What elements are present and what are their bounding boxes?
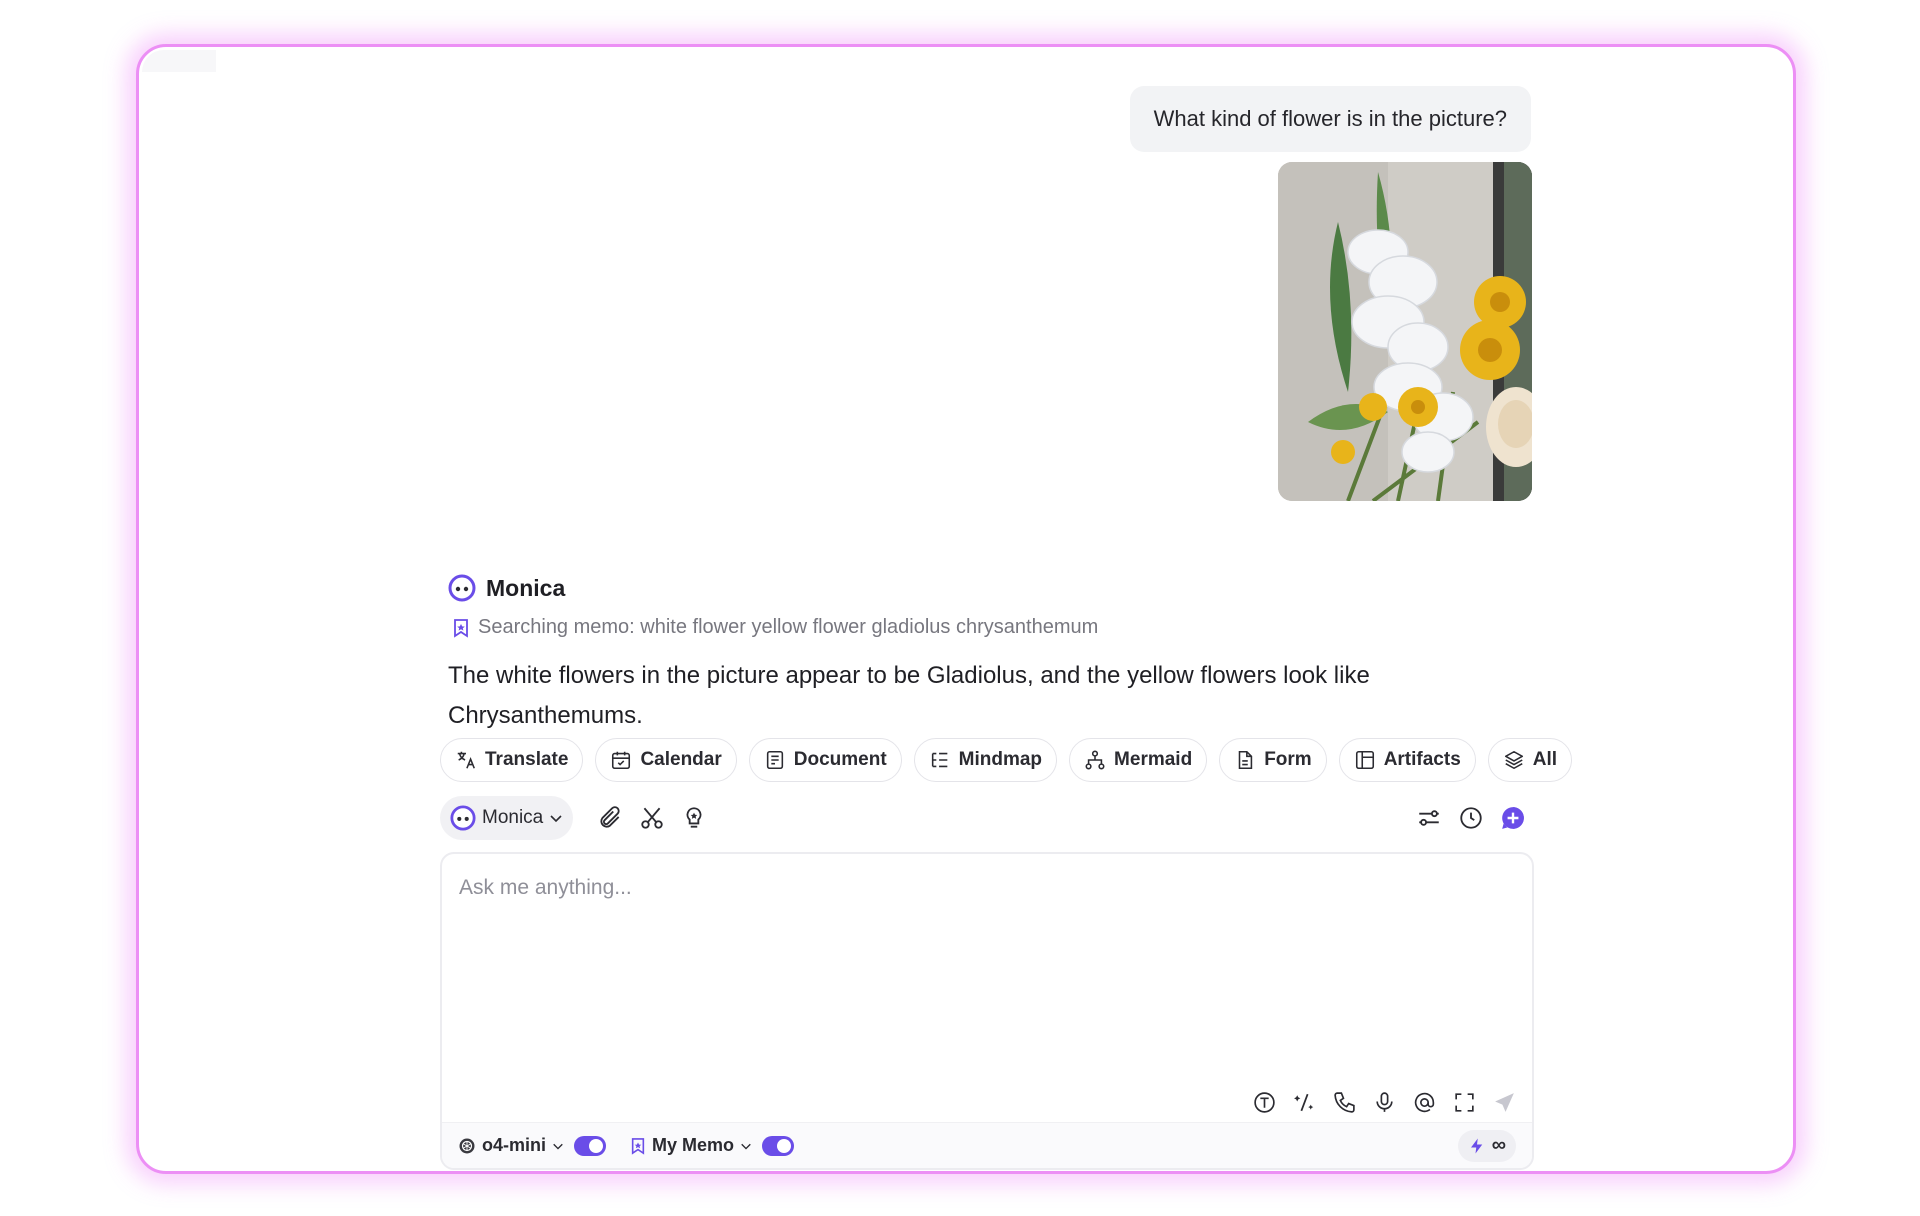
tool-chip-label: Translate (485, 749, 569, 770)
calendar-icon (612, 751, 631, 770)
attach-button[interactable] (589, 797, 631, 839)
tool-chip-mermaid[interactable]: Mermaid (1069, 738, 1208, 782)
send-icon (1494, 1092, 1514, 1112)
tool-chip-form[interactable]: Form (1219, 738, 1327, 782)
expand-icon (1454, 1092, 1474, 1112)
user-message-text: What kind of flower is in the picture? (1153, 106, 1507, 131)
message-input[interactable]: Ask me anything... (459, 876, 632, 900)
mermaid-icon (1085, 750, 1105, 770)
paperclip-icon (600, 806, 620, 828)
tool-chip-label: Artifacts (1383, 749, 1461, 770)
user-attached-image[interactable] (1278, 162, 1532, 501)
memo-bookmark-icon (631, 1137, 645, 1155)
scissors-icon (641, 807, 663, 829)
translate-icon (457, 751, 475, 769)
chevron-down-icon (553, 1143, 563, 1150)
memo-search-status: Searching memo: white flower yellow flow… (452, 616, 1098, 639)
phone-icon (1333, 1091, 1355, 1113)
lightning-icon (1470, 1138, 1482, 1153)
memo-selector[interactable]: My Memo (630, 1135, 752, 1156)
new-chat-icon (1502, 807, 1524, 829)
corner-highlight (142, 50, 216, 72)
text-circle-icon (1253, 1091, 1275, 1113)
tool-chip-document[interactable]: Document (748, 738, 902, 782)
microphone-button[interactable] (1368, 1086, 1400, 1118)
bot-selector[interactable]: Monica (440, 796, 574, 840)
user-message-bubble: What kind of flower is in the picture? (1129, 86, 1531, 152)
monica-avatar-icon (450, 805, 476, 831)
model-selector[interactable]: o4-mini (458, 1135, 564, 1156)
composer-toolbar: Monica (440, 796, 1534, 840)
new-chat-button[interactable] (1492, 797, 1534, 839)
screenshot-button[interactable] (631, 797, 673, 839)
tool-chip-translate[interactable]: Translate (440, 738, 584, 782)
document-icon (766, 750, 783, 770)
credits-badge[interactable]: ∞ (1457, 1129, 1516, 1162)
voice-call-button[interactable] (1328, 1086, 1360, 1118)
assistant-name: Monica (486, 574, 566, 601)
expand-button[interactable] (1448, 1086, 1480, 1118)
composer-footer: o4-mini My Memo ∞ (442, 1122, 1532, 1168)
memo-bookmark-icon (454, 618, 468, 638)
composer-actions (1248, 1086, 1520, 1118)
layers-icon (1504, 750, 1523, 770)
mindmap-icon (931, 752, 947, 768)
tool-chip-label: Calendar (640, 749, 722, 770)
tool-chip-label: Document (793, 749, 887, 770)
tool-chips: Translate Calendar Document Mindmap Merm… (440, 738, 1573, 782)
memo-label: My Memo (652, 1135, 735, 1155)
assistant-header: Monica (448, 574, 565, 602)
magic-slash-icon (1293, 1093, 1313, 1111)
artifacts-icon (1355, 750, 1374, 770)
tool-chip-label: Mermaid (1114, 749, 1193, 770)
memo-toggle[interactable] (762, 1135, 795, 1156)
chevron-down-icon (741, 1143, 751, 1150)
bot-selector-label: Monica (482, 807, 544, 828)
tool-chip-label: Mindmap (958, 749, 1043, 770)
openai-icon (459, 1138, 475, 1153)
memo-button[interactable] (673, 797, 715, 839)
text-tool-button[interactable] (1248, 1086, 1280, 1118)
send-button[interactable] (1488, 1086, 1520, 1118)
lightbulb-icon (686, 807, 702, 828)
assistant-answer: The white flowers in the picture appear … (448, 662, 1370, 729)
mention-button[interactable] (1408, 1086, 1440, 1118)
tool-chip-label: All (1532, 749, 1558, 770)
model-toggle[interactable] (574, 1135, 607, 1156)
sliders-icon (1419, 810, 1439, 826)
memo-search-text: Searching memo: white flower yellow flow… (478, 616, 1099, 638)
tool-chip-all[interactable]: All (1487, 738, 1573, 782)
model-label: o4-mini (482, 1135, 547, 1155)
tool-chip-calendar[interactable]: Calendar (595, 738, 737, 782)
credits-value: ∞ (1491, 1134, 1506, 1156)
tool-chip-artifacts[interactable]: Artifacts (1338, 738, 1476, 782)
tool-chip-mindmap[interactable]: Mindmap (913, 738, 1058, 782)
monica-avatar-icon (448, 574, 476, 602)
history-button[interactable] (1450, 797, 1492, 839)
chevron-down-icon (550, 815, 562, 823)
microphone-icon (1375, 1091, 1393, 1112)
settings-button[interactable] (1408, 797, 1450, 839)
clock-icon (1460, 807, 1482, 829)
tool-chip-label: Form (1264, 749, 1312, 770)
form-icon (1238, 750, 1253, 770)
prompt-button[interactable] (1288, 1086, 1320, 1118)
at-sign-icon (1414, 1092, 1434, 1112)
flower-photo-icon (1278, 162, 1532, 501)
message-composer[interactable]: Ask me anything... o4-mini My Memo ∞ (440, 852, 1534, 1170)
